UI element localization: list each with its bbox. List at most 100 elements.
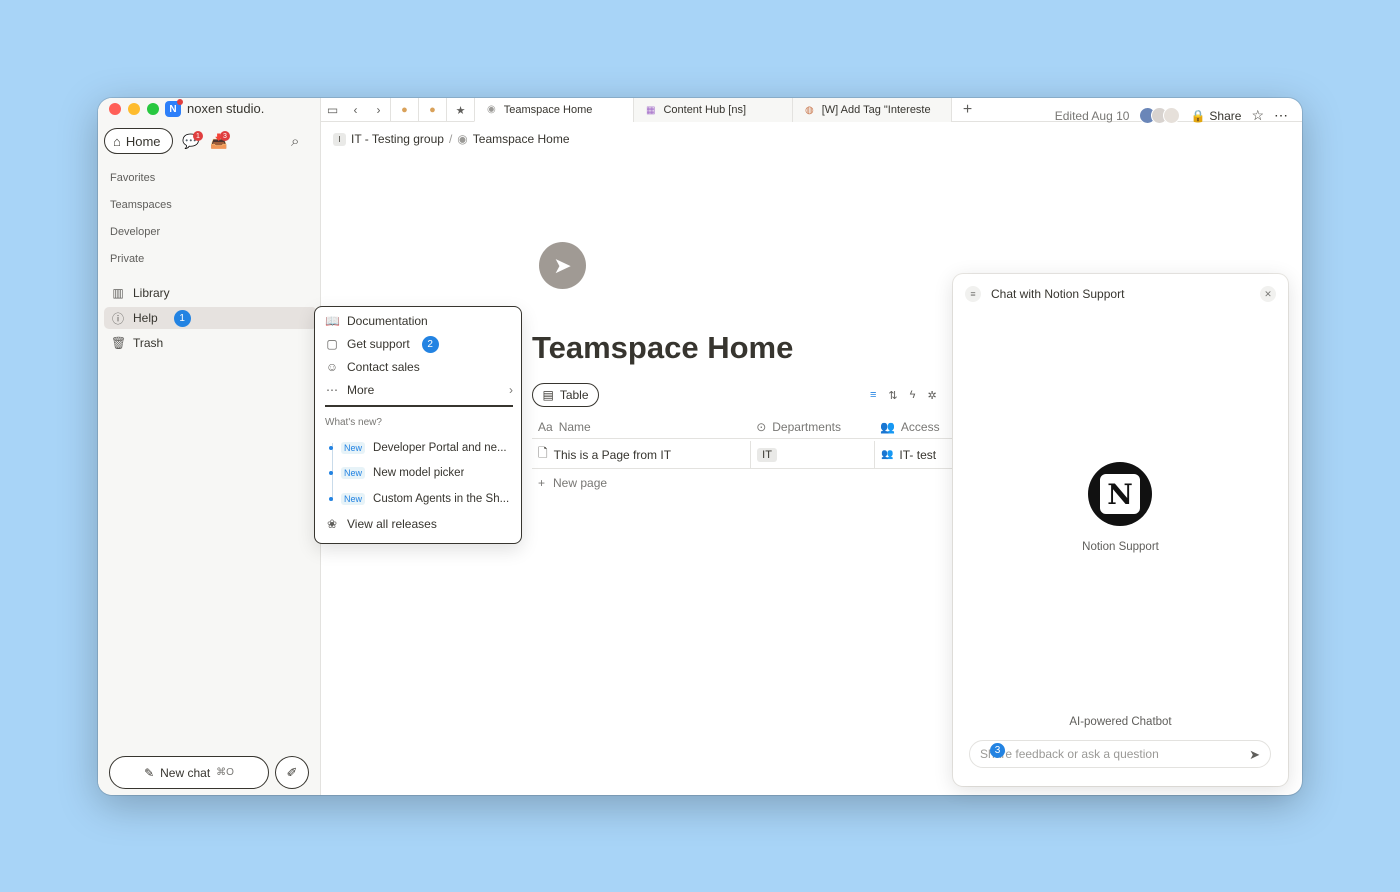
sidebar-icon: ▭ [326,102,339,117]
column-header-departments[interactable]: ⊙ Departments [750,415,874,438]
breadcrumb-separator: / [448,132,453,146]
document-icon: 🗋 [538,446,548,460]
step-marker-3: 3 [990,743,1005,758]
table-header: Aa Name ⊙ Departments 👥 Access [532,415,952,439]
tab-add-tag[interactable]: ◍ [W] Add Tag "Intereste [792,98,951,122]
cell-text: IT- test [899,447,937,462]
tab-label: [W] Add Tag "Intereste [821,104,931,116]
menu-icon[interactable]: ≡ [965,286,981,302]
page-compass-icon[interactable]: ➤ [539,242,586,289]
sidebar-item-trash[interactable]: 🗑 Trash [104,332,315,354]
inbox-badge: 3 [220,131,230,141]
favorites-tab[interactable]: ★ [446,98,474,122]
collaborator-avatars[interactable] [1139,107,1181,124]
cell-department[interactable]: IT [750,441,874,468]
more-options-icon[interactable]: ⋯ [1274,107,1288,124]
workspace-logo-icon[interactable]: N [165,99,183,117]
menu-item-contact-sales[interactable]: ☺ Contact sales [325,357,513,377]
more-icon: ⋯ [326,383,338,397]
compose-button[interactable]: ✐ [275,756,309,789]
release-item[interactable]: New Custom Agents in the Sh... [329,490,513,508]
menu-item-get-support[interactable]: ▢ Get support 2 [325,334,513,354]
page-title[interactable]: Teamspace Home [532,330,793,366]
teamspace-initial-icon: I [333,132,346,146]
tab-content-hub[interactable]: ▦ Content Hub [ns] [633,98,792,122]
close-window-button[interactable] [109,103,121,115]
release-title: Custom Agents in the Sh... [373,493,510,505]
text-type-icon: Aa [538,419,553,434]
page-topbar: I IT - Testing group / ◉ Teamspace Home [321,122,1302,156]
menu-item-view-all-releases[interactable]: ❀ View all releases [325,514,513,534]
release-item[interactable]: New New model picker [329,464,513,482]
tab-teamspace-home[interactable]: ◉ Teamspace Home [474,98,633,122]
chat-title: Chat with Notion Support [991,287,1125,301]
timeline-dot [329,471,333,475]
section-teamspaces[interactable]: Teamspaces [110,199,172,211]
new-page-label: New page [553,476,608,490]
book-icon: 📖 [325,314,340,328]
forward-button[interactable]: › [367,98,390,122]
column-header-access[interactable]: 👥 Access [874,415,952,438]
new-page-button[interactable]: + New page [538,476,607,490]
column-header-name[interactable]: Aa Name [532,415,750,438]
automation-icon[interactable]: ϟ [910,389,916,402]
close-icon[interactable]: ✕ [1260,286,1276,302]
support-chat-panel: ≡ Chat with Notion Support ✕ N Notion Su… [953,274,1288,786]
search-icon[interactable]: ⌕ [291,133,299,150]
breadcrumb-group[interactable]: IT - Testing group [351,132,444,146]
workspace-name[interactable]: noxen studio. [187,101,264,116]
share-label: Share [1209,108,1242,123]
pinned-tab-2[interactable]: ● [418,98,446,122]
section-favorites[interactable]: Favorites [110,172,155,184]
menu-item-documentation[interactable]: 📖 Documentation [325,311,513,331]
avatar-icon: ● [401,104,408,116]
release-title: Developer Portal and ne... [373,442,507,454]
home-label: Home [125,133,161,149]
back-button[interactable]: ‹ [344,98,367,122]
breadcrumb-page[interactable]: Teamspace Home [473,132,570,146]
pinned-tab-1[interactable]: ● [390,98,418,122]
avatar [1163,107,1181,124]
sidebar-item-library[interactable]: ▥ Library [104,282,315,304]
chevron-left-icon: ‹ [353,102,358,117]
menu-item-more[interactable]: ⋯ More › [325,380,513,400]
chevron-right-icon: › [509,383,513,397]
section-developer[interactable]: Developer [110,226,160,238]
help-menu: 📖 Documentation ▢ Get support 2 ☺ Contac… [314,306,522,544]
share-button[interactable]: 🔒 Share [1190,109,1241,123]
sidebar: N noxen studio. ⌂ Home 💬 1 📥 3 ⌕ Favorit… [98,98,321,795]
home-button[interactable]: ⌂ Home [104,128,173,154]
table-row[interactable]: 🗋 This is a Page from IT IT 👥 IT- test [532,441,952,469]
favorite-star-icon[interactable]: ☆ [1251,107,1264,124]
step-marker-2: 2 [421,335,439,353]
new-chat-button[interactable]: ✎ New chat ⌘O [109,756,269,789]
minimize-window-button[interactable] [128,103,140,115]
timeline-dot [329,446,333,450]
column-label: Departments [772,419,841,434]
new-tag: New [341,467,366,479]
release-title: New model picker [373,467,465,479]
sort-icon[interactable]: ⇅ [888,389,897,402]
new-chat-label: New chat [160,765,211,780]
sidebar-item-help[interactable]: ⓘ Help 1 [104,307,317,329]
new-tab-button[interactable]: + [951,98,983,122]
section-private[interactable]: Private [110,253,144,265]
menu-item-label: Contact sales [347,360,420,374]
trash-icon: 🗑 [111,336,127,350]
release-item[interactable]: New Developer Portal and ne... [329,439,513,457]
cell-access[interactable]: 👥 IT- test [873,441,952,468]
ai-sparkle-icon[interactable]: ✲ [927,389,936,402]
toggle-sidebar-button[interactable]: ▭ [321,98,344,122]
database-icon: ▦ [646,104,656,116]
cell-text: This is a Page from IT [553,447,672,462]
filter-icon[interactable]: ≡ [870,389,876,402]
send-icon[interactable]: ➤ [1249,747,1260,763]
star-icon: ★ [455,104,466,117]
chat-input[interactable] [980,747,1240,761]
zoom-window-button[interactable] [147,103,159,115]
view-tab-table[interactable]: ▤ Table [532,383,599,407]
cell-name[interactable]: 🗋 This is a Page from IT [532,441,750,468]
compose-icon: ✐ [286,764,298,780]
chat-input-box[interactable]: ➤ [969,740,1271,768]
chat-header: ≡ Chat with Notion Support ✕ [965,286,1276,302]
